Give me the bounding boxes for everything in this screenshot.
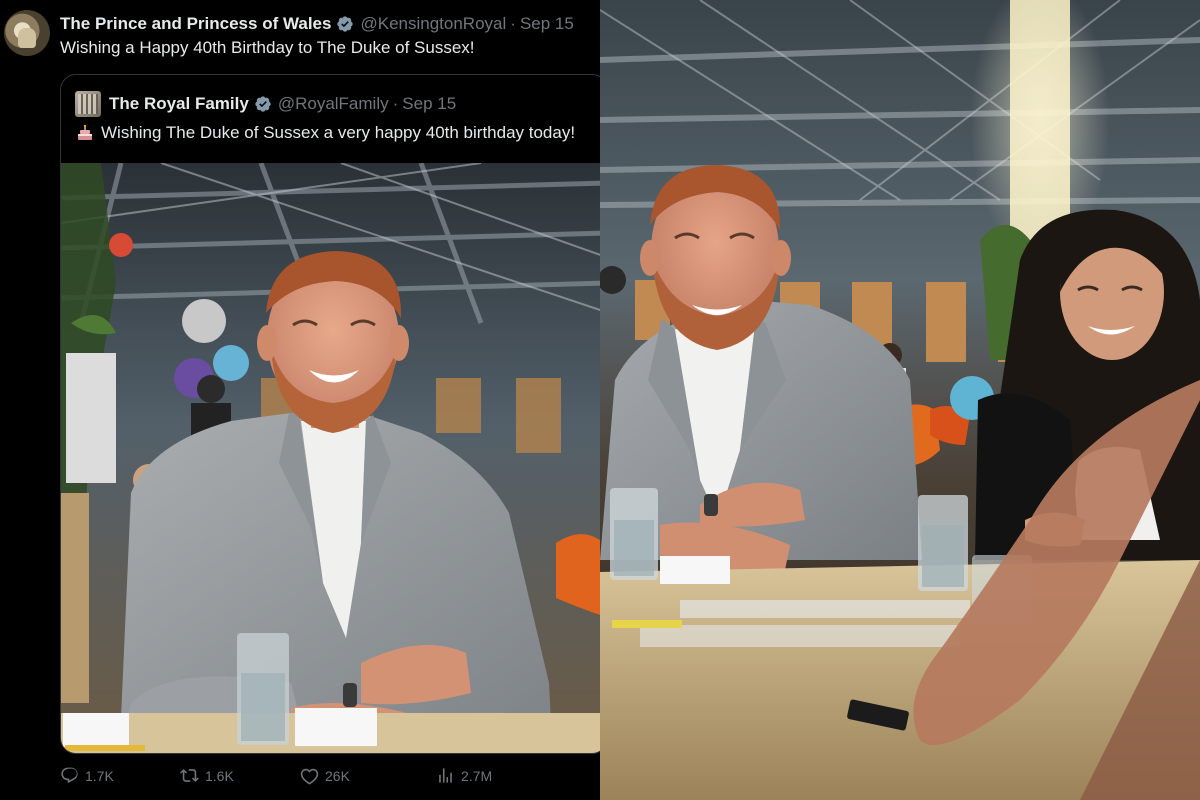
reply-button[interactable]: 1.7K [60, 766, 180, 785]
views-icon [439, 768, 452, 783]
retweet-button[interactable]: 1.6K [180, 766, 300, 785]
author-handle[interactable]: @KensingtonRoyal [360, 14, 506, 34]
separator-dot: · [510, 14, 516, 33]
birthday-cake-icon [75, 123, 95, 143]
quoted-author-name: The Royal Family [109, 94, 249, 113]
author-name[interactable]: The Prince and Princess of Wales [60, 14, 331, 34]
views-button[interactable]: 2.7M [436, 766, 536, 785]
view-count: 2.7M [461, 767, 493, 784]
quoted-tweet-header: The Royal Family @RoyalFamily · Sep 15 [75, 91, 456, 117]
quoted-tweet-photo[interactable] [61, 163, 608, 753]
couple-photo [600, 0, 1200, 800]
tweet-date[interactable]: Sep 15 [520, 14, 574, 34]
author-line: The Prince and Princess of Wales @Kensin… [60, 12, 574, 36]
like-button[interactable]: 26K [300, 766, 436, 785]
action-bar: 1.7K 1.6K 26K 2.7M [60, 766, 540, 785]
quoted-tweet-date: Sep 15 [402, 94, 457, 113]
separator-dot: · [392, 94, 399, 113]
verified-badge-icon [336, 15, 354, 33]
quoted-tweet[interactable]: The Royal Family @RoyalFamily · Sep 15 W… [60, 74, 608, 754]
tweet-text: Wishing a Happy 40th Birthday to The Duk… [60, 38, 475, 57]
quoted-avatar [75, 91, 101, 117]
tweet: The Prince and Princess of Wales @Kensin… [0, 0, 608, 800]
reply-count: 1.7K [85, 767, 114, 784]
retweet-icon [180, 769, 199, 782]
reply-icon [61, 767, 78, 784]
quoted-tweet-text: Wishing The Duke of Sussex a very happy … [75, 123, 575, 143]
heart-icon [300, 768, 319, 785]
like-count: 26K [325, 767, 350, 784]
quoted-author-handle: @RoyalFamily [277, 94, 389, 113]
retweet-count: 1.6K [205, 767, 234, 784]
quoted-tweet-text-content: Wishing The Duke of Sussex a very happy … [101, 123, 576, 142]
avatar[interactable] [4, 10, 50, 56]
verified-badge-icon [254, 95, 272, 113]
